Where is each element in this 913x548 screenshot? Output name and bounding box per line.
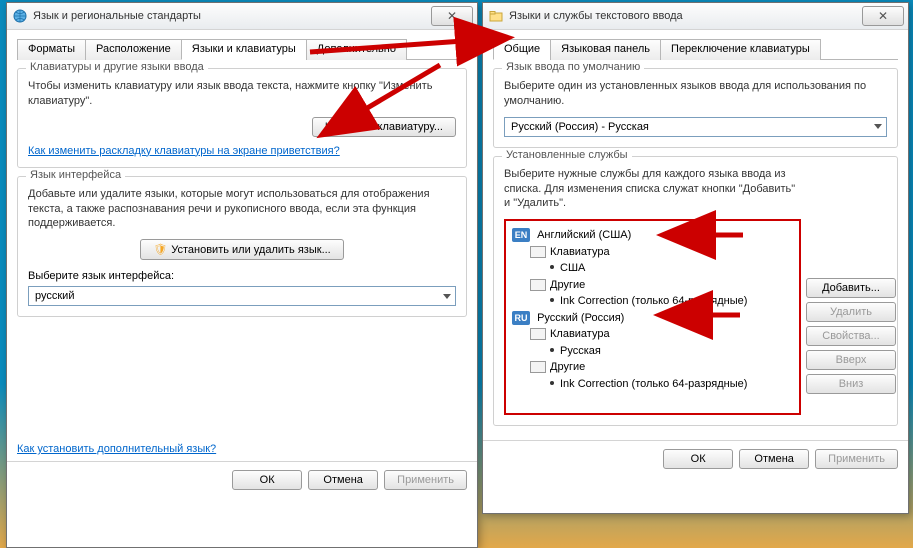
tab-additional[interactable]: Дополнительно xyxy=(306,39,407,60)
close-icon: ✕ xyxy=(447,9,457,23)
layout-node[interactable]: США xyxy=(548,260,793,277)
select-value: русский xyxy=(35,290,74,302)
tab-strip: Форматы Расположение Языки и клавиатуры … xyxy=(17,38,467,60)
group-desc: Чтобы изменить клавиатуру или язык ввода… xyxy=(28,79,456,109)
lang-en-label: Английский (США) xyxy=(537,229,631,241)
ok-button[interactable]: ОК xyxy=(663,449,733,469)
group-legend: Клавиатуры и другие языки ввода xyxy=(26,61,208,73)
select-value: Русский (Россия) - Русская xyxy=(511,121,649,133)
install-more-link[interactable]: Как установить дополнительный язык? xyxy=(17,443,216,455)
lang-ru-label: Русский (Россия) xyxy=(537,312,624,324)
dialog-buttons: ОК Отмена Применить xyxy=(483,440,908,477)
group-legend: Установленные службы xyxy=(502,149,632,161)
dialog-body: Форматы Расположение Языки и клавиатуры … xyxy=(7,30,477,461)
ink-node[interactable]: Ink Correction (только 64-разрядные) xyxy=(548,376,793,393)
install-language-button[interactable]: 🛡 Установить или удалить язык... xyxy=(140,239,343,260)
bullet-icon xyxy=(550,265,554,269)
group-desc: Выберите нужные службы для каждого языка… xyxy=(504,167,801,212)
globe-icon xyxy=(13,9,27,23)
layout-node[interactable]: Русская xyxy=(548,343,793,360)
keyboard-node[interactable]: Клавиатура Русская xyxy=(530,326,793,359)
apply-button[interactable]: Применить xyxy=(384,470,467,490)
lang-ru-icon: RU xyxy=(512,311,530,325)
group-desc: Выберите один из установленных языков вв… xyxy=(504,79,887,109)
lang-en-icon: EN xyxy=(512,228,530,242)
default-language-select[interactable]: Русский (Россия) - Русская xyxy=(504,117,887,137)
shield-icon: 🛡 xyxy=(153,243,167,256)
group-legend: Язык интерфейса xyxy=(26,169,125,181)
add-button[interactable]: Добавить... xyxy=(806,278,896,298)
tab-formats[interactable]: Форматы xyxy=(17,39,86,60)
bullet-icon xyxy=(550,298,554,302)
keyboards-group: Клавиатуры и другие языки ввода Чтобы из… xyxy=(17,68,467,168)
services-tree-highlight: EN Английский (США) Клавиатура США Други… xyxy=(504,219,801,415)
tab-keyboards[interactable]: Языки и клавиатуры xyxy=(181,39,307,60)
lang-en-node[interactable]: EN Английский (США) xyxy=(512,227,793,244)
display-language-select[interactable]: русский xyxy=(28,286,456,306)
ok-button[interactable]: ОК xyxy=(232,470,302,490)
close-button[interactable]: ✕ xyxy=(431,6,473,26)
window-title: Языки и службы текстового ввода xyxy=(509,10,683,22)
lang-ru-node[interactable]: RU Русский (Россия) xyxy=(512,310,793,327)
folder-icon xyxy=(489,9,503,23)
keyboard-icon xyxy=(530,246,546,258)
close-button[interactable]: ✕ xyxy=(862,6,904,26)
apply-button[interactable]: Применить xyxy=(815,449,898,469)
dialog-buttons: ОК Отмена Применить xyxy=(7,461,477,498)
properties-button[interactable]: Свойства... xyxy=(806,326,896,346)
keyboard-icon xyxy=(530,279,546,291)
display-language-group: Язык интерфейса Добавьте или удалите язы… xyxy=(17,176,467,318)
up-button[interactable]: Вверх xyxy=(806,350,896,370)
other-node[interactable]: Другие Ink Correction (только 64-разрядн… xyxy=(530,359,793,392)
bullet-icon xyxy=(550,348,554,352)
services-tree[interactable]: EN Английский (США) Клавиатура США Други… xyxy=(512,227,793,392)
cancel-button[interactable]: Отмена xyxy=(308,470,378,490)
region-language-dialog: Язык и региональные стандарты ✕ Форматы … xyxy=(6,2,478,548)
group-desc: Добавьте или удалите языки, которые могу… xyxy=(28,187,456,232)
keyboard-icon xyxy=(530,328,546,340)
chevron-down-icon xyxy=(874,124,882,129)
text-services-dialog: Языки и службы текстового ввода ✕ Общие … xyxy=(482,2,909,514)
tab-switch-keyboards[interactable]: Переключение клавиатуры xyxy=(660,39,821,60)
titlebar[interactable]: Языки и службы текстового ввода ✕ xyxy=(483,3,908,30)
keyboard-icon xyxy=(530,361,546,373)
window-title: Язык и региональные стандарты xyxy=(33,10,201,22)
group-legend: Язык ввода по умолчанию xyxy=(502,61,644,73)
remove-button[interactable]: Удалить xyxy=(806,302,896,322)
keyboard-node[interactable]: Клавиатура США xyxy=(530,244,793,277)
down-button[interactable]: Вниз xyxy=(806,374,896,394)
tab-general[interactable]: Общие xyxy=(493,39,551,60)
close-icon: ✕ xyxy=(878,9,888,23)
ink-node[interactable]: Ink Correction (только 64-разрядные) xyxy=(548,293,793,310)
welcome-layout-link[interactable]: Как изменить раскладку клавиатуры на экр… xyxy=(28,145,340,157)
bullet-icon xyxy=(550,381,554,385)
display-language-label: Выберите язык интерфейса: xyxy=(28,270,456,282)
titlebar[interactable]: Язык и региональные стандарты ✕ xyxy=(7,3,477,30)
dialog-body: Общие Языковая панель Переключение клави… xyxy=(483,30,908,440)
cancel-button[interactable]: Отмена xyxy=(739,449,809,469)
tab-strip: Общие Языковая панель Переключение клави… xyxy=(493,38,898,60)
other-node[interactable]: Другие Ink Correction (только 64-разрядн… xyxy=(530,277,793,310)
tab-language-bar[interactable]: Языковая панель xyxy=(550,39,661,60)
tab-location[interactable]: Расположение xyxy=(85,39,182,60)
change-keyboard-button[interactable]: Изменить клавиатуру... xyxy=(312,117,456,137)
side-button-column: Добавить... Удалить Свойства... Вверх Вн… xyxy=(806,278,896,394)
chevron-down-icon xyxy=(443,294,451,299)
default-input-group: Язык ввода по умолчанию Выберите один из… xyxy=(493,68,898,148)
